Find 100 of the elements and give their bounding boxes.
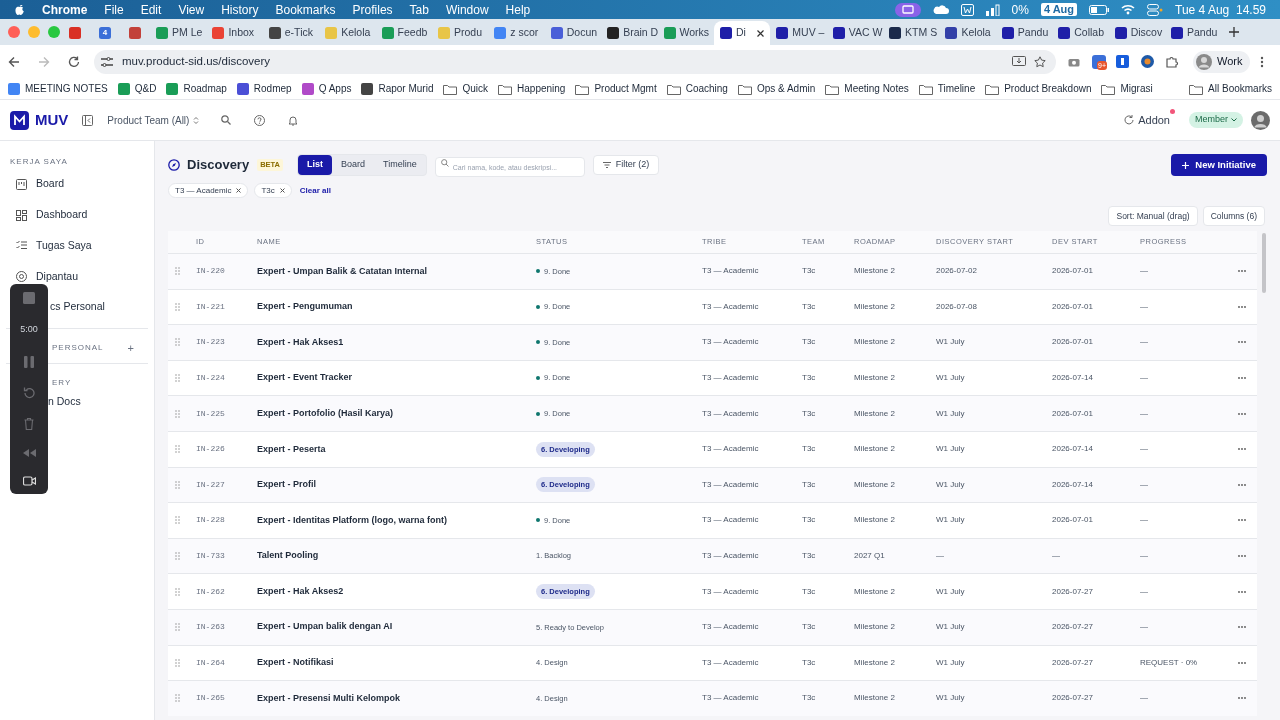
- bookmark[interactable]: Migrasi: [1101, 81, 1153, 96]
- view-tab[interactable]: Board: [332, 155, 375, 175]
- sidebar-item[interactable]: n Docs: [48, 390, 148, 413]
- drag-handle-icon[interactable]: [175, 480, 180, 489]
- sidebar-item[interactable]: Dashboard: [0, 199, 154, 231]
- rewind-icon[interactable]: [22, 448, 36, 457]
- browser-tab[interactable]: Kelola: [939, 21, 996, 45]
- new-tab-icon[interactable]: [1229, 27, 1240, 37]
- bookmark[interactable]: Timeline: [918, 81, 976, 96]
- browser-tab[interactable]: Kelola: [319, 21, 376, 45]
- drag-handle-icon[interactable]: [175, 694, 180, 703]
- browser-tab[interactable]: Pandu: [1165, 21, 1222, 45]
- close-window-icon[interactable]: [8, 26, 20, 38]
- menu-item[interactable]: Help: [505, 0, 531, 19]
- app-menu[interactable]: Chrome: [42, 0, 88, 19]
- more-icon[interactable]: [1238, 555, 1246, 558]
- browser-tab[interactable]: e-Tick: [262, 21, 320, 45]
- scrollbar-thumb[interactable]: [1262, 233, 1266, 293]
- bookmark[interactable]: Rapor Murid: [361, 81, 434, 96]
- control-center-icon[interactable]: [1147, 3, 1164, 16]
- filter-chip[interactable]: T3 — Academic: [168, 183, 249, 198]
- address-bar[interactable]: muv.product-sid.us/discovery: [94, 49, 1056, 74]
- browser-tab[interactable]: Produ: [431, 21, 489, 45]
- menu-item[interactable]: File: [104, 0, 124, 19]
- forward-icon[interactable]: [38, 55, 50, 68]
- bookmark[interactable]: Coaching: [666, 81, 728, 96]
- filter-button[interactable]: Filter (2): [592, 155, 660, 175]
- add-button[interactable]: +: [127, 340, 134, 357]
- menu-item[interactable]: Profiles: [352, 0, 393, 19]
- password-icon[interactable]: [1116, 55, 1129, 68]
- addon-button[interactable]: Addon: [1124, 111, 1170, 129]
- search-icon[interactable]: [221, 115, 232, 125]
- drag-handle-icon[interactable]: [175, 302, 180, 311]
- more-icon[interactable]: [1238, 377, 1246, 380]
- more-icon[interactable]: [1238, 626, 1246, 629]
- sidebar-item[interactable]: Dipantau: [0, 261, 154, 292]
- drag-handle-icon[interactable]: [175, 516, 180, 525]
- sidebar-item[interactable]: Tugas Saya: [0, 230, 154, 262]
- browser-tab[interactable]: Di: [713, 21, 771, 45]
- restart-icon[interactable]: [23, 386, 35, 399]
- browser-tab[interactable]: MUV –: [770, 21, 827, 45]
- more-icon[interactable]: [1238, 519, 1246, 522]
- screen-share-icon[interactable]: [894, 2, 921, 17]
- brand-name[interactable]: MUV: [35, 108, 69, 132]
- browser-tab[interactable]: Works: [657, 21, 714, 45]
- video-camera-icon[interactable]: [22, 475, 36, 486]
- browser-tab[interactable]: KTM S: [883, 21, 940, 45]
- browser-tab[interactable]: VAC W: [826, 21, 884, 45]
- word-icon[interactable]: [960, 3, 974, 16]
- battery-icon[interactable]: [1089, 4, 1110, 15]
- pause-icon[interactable]: [24, 355, 34, 368]
- bookmark[interactable]: Q Apps: [301, 81, 352, 96]
- filter-chip[interactable]: T3c: [254, 183, 292, 198]
- more-icon[interactable]: [1238, 305, 1246, 308]
- browser-tab[interactable]: Inbox: [206, 21, 263, 45]
- bookmark[interactable]: Q&D: [117, 81, 157, 96]
- browser-tab[interactable]: Collab: [1052, 21, 1109, 45]
- bookmark[interactable]: Meeting Notes: [825, 81, 909, 96]
- drag-handle-icon[interactable]: [175, 623, 180, 632]
- browser-tab[interactable]: Feedb: [375, 21, 432, 45]
- browser-tab[interactable]: Pandu: [995, 21, 1053, 45]
- menu-item[interactable]: Edit: [140, 0, 162, 19]
- back-icon[interactable]: [8, 55, 20, 68]
- bookmark[interactable]: Rodmep: [236, 81, 292, 96]
- help-icon[interactable]: [254, 114, 266, 126]
- wifi-icon[interactable]: [1121, 4, 1136, 15]
- more-icon[interactable]: [1238, 270, 1246, 273]
- menu-item[interactable]: History: [221, 0, 259, 19]
- browser-tab[interactable]: Discov: [1108, 21, 1166, 45]
- columns-button[interactable]: Columns (6): [1202, 206, 1265, 226]
- bookmark[interactable]: Ops & Admin: [737, 81, 816, 96]
- notification-icon[interactable]: [288, 114, 299, 126]
- drag-handle-icon[interactable]: [175, 409, 180, 418]
- menu-item[interactable]: Tab: [409, 0, 429, 19]
- cloud-icon[interactable]: [932, 3, 949, 16]
- puzzle-icon[interactable]: [1166, 55, 1179, 68]
- role-badge[interactable]: Member: [1189, 112, 1243, 128]
- bookmark[interactable]: Product Breakdown: [985, 81, 1092, 96]
- more-icon[interactable]: [1238, 341, 1246, 344]
- reload-icon[interactable]: [68, 55, 80, 68]
- sidebar-toggle-icon[interactable]: [82, 114, 94, 126]
- view-tab[interactable]: List: [298, 155, 333, 175]
- more-icon[interactable]: [1238, 697, 1246, 700]
- browser-tab[interactable]: 4: [90, 21, 120, 45]
- bookmark[interactable]: Quick: [443, 81, 489, 96]
- profile-button[interactable]: Work: [1193, 50, 1251, 73]
- browser-tab[interactable]: PM Le: [150, 21, 207, 45]
- bars-icon[interactable]: [985, 3, 1000, 16]
- zoom-window-icon[interactable]: [48, 26, 60, 38]
- drag-handle-icon[interactable]: [175, 374, 180, 383]
- menu-item[interactable]: View: [178, 0, 205, 19]
- more-icon[interactable]: [1238, 590, 1246, 593]
- user-avatar-icon[interactable]: [1251, 110, 1270, 130]
- logo-icon[interactable]: [10, 110, 29, 130]
- drag-handle-icon[interactable]: [175, 338, 180, 347]
- more-icon[interactable]: [1238, 483, 1246, 486]
- more-icon[interactable]: [1238, 412, 1246, 415]
- camera-icon[interactable]: [1068, 56, 1080, 67]
- drag-handle-icon[interactable]: [175, 267, 180, 276]
- clear-all-link[interactable]: Clear all: [299, 184, 331, 197]
